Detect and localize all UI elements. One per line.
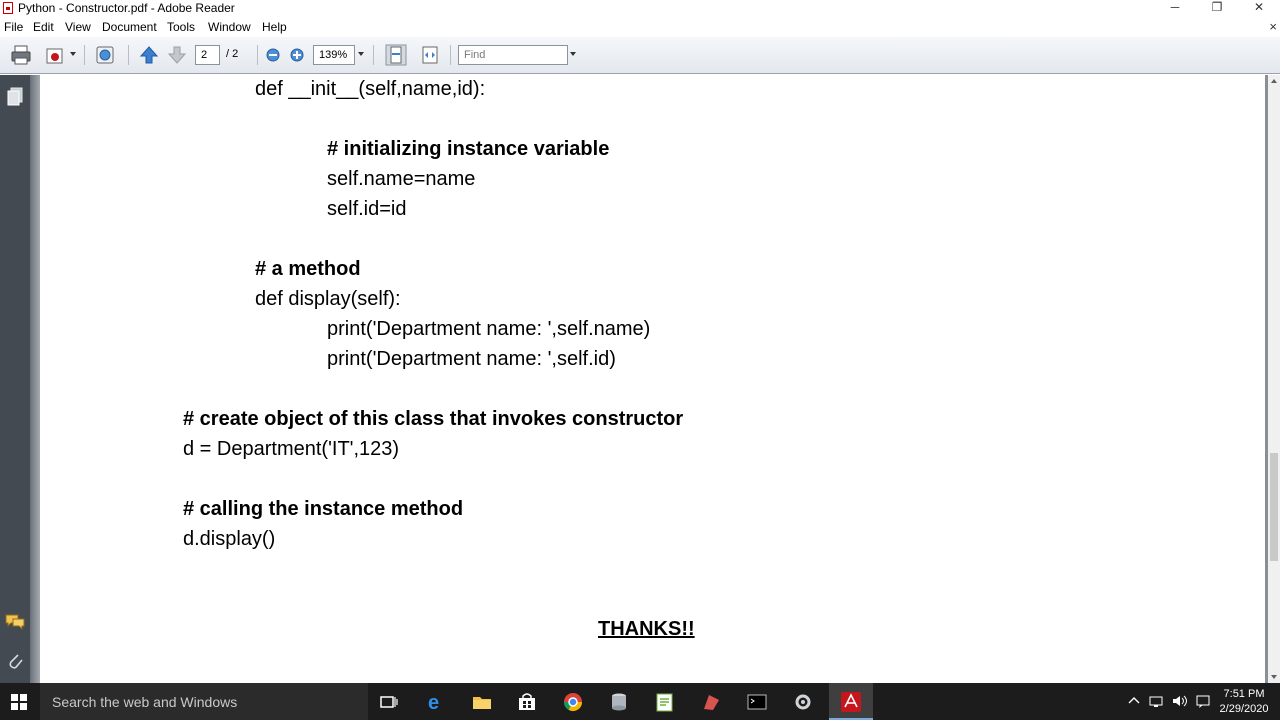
code-line-display-call: d.display(): [183, 528, 276, 550]
window-title: Python - Constructor.pdf - Adobe Reader: [18, 1, 235, 15]
code-line-def-display: def display(self):: [255, 288, 401, 310]
database-icon[interactable]: [608, 691, 630, 713]
comment-initializing: # initializing instance variable: [327, 138, 610, 160]
zoom-in-icon[interactable]: [289, 47, 305, 63]
fit-width-icon[interactable]: [419, 44, 441, 66]
windows-start-icon[interactable]: [11, 694, 27, 710]
red-app-icon[interactable]: [700, 691, 722, 713]
separator: [84, 45, 85, 65]
store-icon[interactable]: [516, 691, 538, 713]
zoom-dropdown-icon[interactable]: [358, 52, 364, 56]
network-icon[interactable]: [1148, 691, 1166, 711]
scroll-up-icon[interactable]: [1271, 79, 1277, 83]
chrome-icon[interactable]: [562, 691, 584, 713]
panel-shadow: [30, 75, 40, 683]
vertical-scrollbar[interactable]: [1268, 75, 1280, 683]
attachments-icon[interactable]: [6, 651, 24, 671]
acrobat-reader-taskbar-button[interactable]: [829, 683, 873, 720]
menu-help[interactable]: Help: [262, 20, 287, 34]
find-dropdown-icon[interactable]: [570, 52, 576, 56]
restore-button[interactable]: ❐: [1194, 0, 1240, 17]
show-hidden-icons-icon[interactable]: [1125, 691, 1143, 711]
code-line-self-name: self.name=name: [327, 168, 476, 190]
system-clock[interactable]: 7:51 PM 2/29/2020: [1212, 687, 1276, 717]
file-explorer-icon[interactable]: [471, 691, 493, 713]
separator: [257, 45, 258, 65]
email-dropdown-icon[interactable]: [70, 52, 76, 56]
comment-a-method: # a method: [255, 258, 361, 280]
command-prompt-icon[interactable]: [746, 691, 768, 713]
page-number-input[interactable]: 2: [195, 45, 220, 65]
document-close-icon[interactable]: ×: [1269, 19, 1277, 34]
print-icon[interactable]: [10, 44, 32, 66]
zoom-level-input[interactable]: 139%: [313, 45, 355, 65]
taskbar-search-box[interactable]: Search the web and Windows: [40, 683, 368, 720]
task-view-icon[interactable]: [378, 691, 400, 713]
toolbar: 2 / 2 139% Find: [0, 37, 1280, 74]
scroll-down-icon[interactable]: [1271, 675, 1277, 679]
edge-browser-icon[interactable]: e: [425, 691, 447, 714]
adobe-reader-icon: [3, 2, 13, 14]
menu-document[interactable]: Document: [102, 20, 157, 34]
svg-text:e: e: [428, 692, 439, 713]
clock-time: 7:51 PM: [1223, 688, 1265, 700]
separator: [128, 45, 129, 65]
volume-icon[interactable]: [1171, 691, 1189, 711]
email-icon[interactable]: [44, 44, 66, 66]
code-line-print-name: print('Department name: ',self.name): [327, 318, 651, 340]
menu-tools[interactable]: Tools: [167, 20, 195, 34]
separator: [373, 45, 374, 65]
comment-create-object: # create object of this class that invok…: [183, 408, 684, 430]
code-line-department: d = Department('IT',123): [183, 438, 400, 460]
settings-tool-icon[interactable]: [792, 691, 814, 713]
collaborate-icon[interactable]: [94, 44, 116, 66]
find-input[interactable]: Find: [458, 45, 568, 65]
menu-view[interactable]: View: [65, 20, 91, 34]
previous-page-icon[interactable]: [138, 44, 160, 66]
notepad-plus-icon[interactable]: [654, 691, 676, 713]
scrollbar-thumb[interactable]: [1270, 453, 1278, 561]
document-page: def __init__(self,name,id): # initializi…: [40, 75, 1265, 683]
comment-calling-method: # calling the instance method: [183, 498, 464, 520]
search-placeholder: Search the web and Windows: [52, 694, 238, 710]
next-page-icon[interactable]: [166, 44, 188, 66]
zoom-out-icon[interactable]: [265, 47, 281, 63]
menu-bar: File Edit View Document Tools Window Hel…: [0, 17, 1280, 37]
page-total: / 2: [226, 48, 239, 60]
menu-file[interactable]: File: [4, 20, 23, 34]
pages-icon[interactable]: [6, 87, 24, 107]
code-line-print-id: print('Department name: ',self.id): [327, 348, 616, 370]
menu-window[interactable]: Window: [208, 20, 251, 34]
code-line-self-id: self.id=id: [327, 198, 407, 220]
separator: [450, 45, 451, 65]
menu-edit[interactable]: Edit: [33, 20, 54, 34]
thanks-heading: THANKS!!: [598, 618, 695, 640]
minimize-button[interactable]: ─: [1152, 0, 1198, 17]
title-bar: Python - Constructor.pdf - Adobe Reader …: [0, 0, 1280, 17]
taskbar: Search the web and Windows e 7:51 PM 2/2…: [0, 683, 1280, 720]
code-line-init: def __init__(self,name,id):: [255, 78, 486, 100]
notifications-icon[interactable]: [1194, 691, 1212, 711]
close-button[interactable]: ✕: [1236, 0, 1280, 17]
clock-date: 2/29/2020: [1219, 703, 1269, 715]
navigation-panel: [0, 75, 30, 683]
fit-page-icon[interactable]: [385, 44, 407, 66]
comments-icon[interactable]: [4, 613, 26, 631]
